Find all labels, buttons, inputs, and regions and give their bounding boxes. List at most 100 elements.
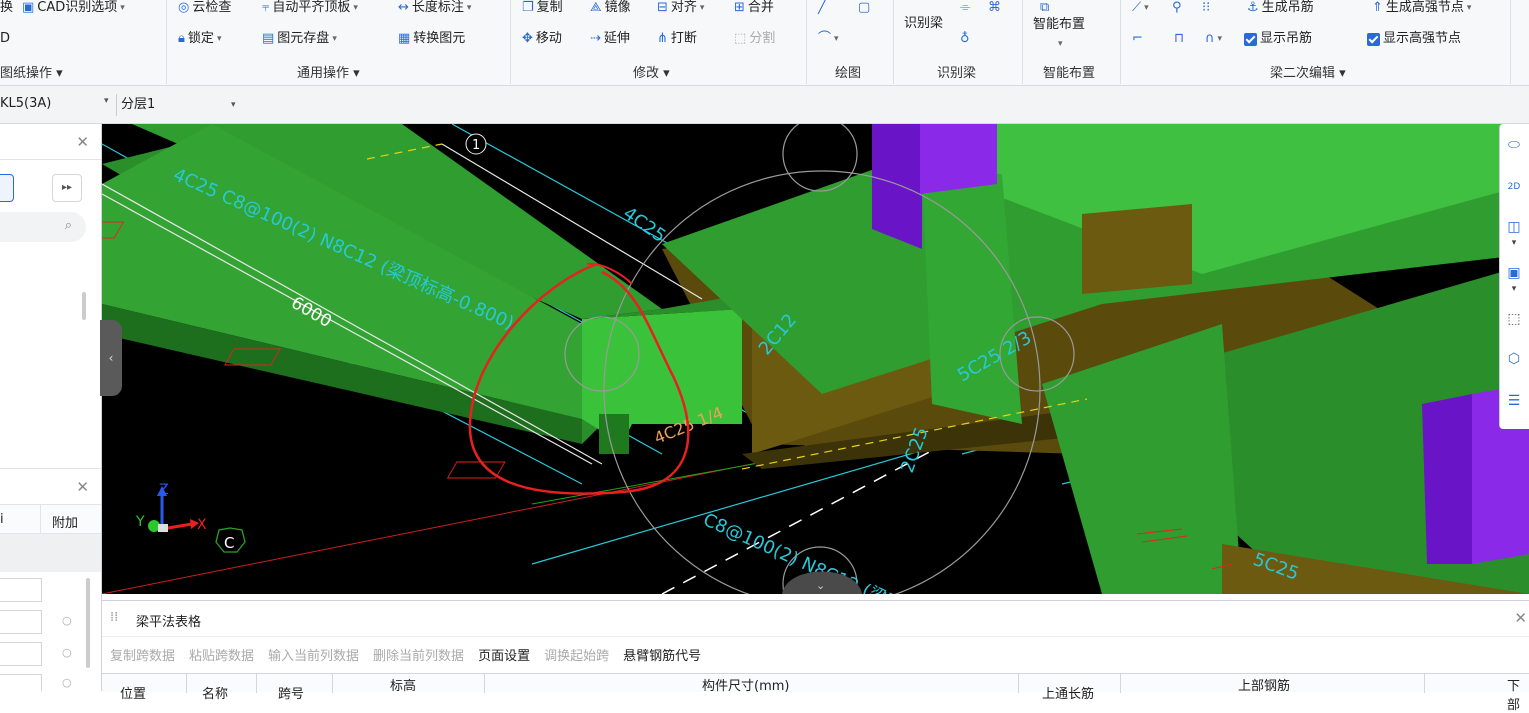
align-button[interactable]: ⊟ 对齐 ▾	[657, 0, 704, 16]
divider	[1424, 674, 1425, 693]
lock-button[interactable]: 🔒︎ 锁定 ▾	[178, 31, 221, 47]
beam2-tool-6[interactable]: ∩ ▾	[1205, 31, 1222, 47]
props-input[interactable]	[0, 578, 42, 602]
move-button[interactable]: ✥ 移动	[522, 31, 562, 47]
expand-button[interactable]: ▸▸	[52, 174, 82, 202]
settings-list-icon[interactable]: ☰	[1499, 386, 1529, 416]
divider	[1120, 0, 1121, 84]
smart-layout-dropdown[interactable]: ▾	[1058, 36, 1063, 52]
mirror-button[interactable]: ⟁ 镜像	[590, 0, 631, 16]
double-chevron-right-icon: ▸▸	[61, 182, 73, 193]
chevron-down-icon: ▾	[1217, 34, 1223, 44]
page-setup-button[interactable]: 页面设置	[478, 645, 530, 665]
group-general-ops[interactable]: 通用操作 ▾	[297, 62, 360, 81]
props-input[interactable]	[0, 610, 42, 634]
merge-button[interactable]: ⊞ 合并	[734, 0, 774, 16]
select-frame-icon[interactable]: ⬚	[1499, 304, 1529, 334]
beam2-tool-5[interactable]: ⊓	[1174, 31, 1184, 47]
arc-tool-button[interactable]: ⌒ ▾	[818, 31, 839, 47]
beam-tool-2[interactable]: ⌘	[988, 0, 1001, 16]
group-label: 图纸操作	[0, 66, 53, 81]
extend-button[interactable]: ⇢ 延伸	[590, 31, 630, 47]
rect-tool-button[interactable]: ▢	[858, 0, 870, 16]
search-input[interactable]: ⌕	[0, 212, 86, 242]
smart-layout-icon-btn[interactable]: ⧉	[1040, 0, 1049, 16]
group-beam-secondary[interactable]: 梁二次编辑 ▾	[1270, 62, 1346, 81]
col-top-rebar: 上部钢筋	[1238, 679, 1291, 694]
beam2-tool-4[interactable]: ⌐	[1132, 31, 1143, 47]
radio-icon[interactable]: ○	[62, 614, 72, 627]
break-button[interactable]: ⋔ 打断	[657, 31, 697, 47]
beam2-tool-2[interactable]: ⚲	[1172, 0, 1182, 16]
chevron-down-icon: ▾	[1058, 39, 1063, 49]
auto-flat-top-button[interactable]: ⫧ 自动平齐顶板 ▾	[262, 0, 358, 16]
line-tool-button[interactable]: ╱	[818, 0, 826, 16]
cantilever-rebar-code-button[interactable]: 悬臂钢筋代号	[623, 645, 701, 665]
drag-handle-icon[interactable]: ⁞⁞	[110, 610, 118, 625]
cloud-check-button[interactable]: ◎ 云检查	[178, 0, 231, 16]
gen-high-node-button[interactable]: ⇑ 生成高强节点 ▾	[1372, 0, 1471, 16]
component-select[interactable]: KL5(3A) ▾	[0, 96, 116, 111]
cad-options-label: CAD识别选项	[37, 0, 118, 15]
show-high-node-checkbox[interactable]: 显示高强节点	[1367, 31, 1461, 47]
break-icon: ⋔	[657, 31, 668, 46]
layer-select-value: 分层1	[121, 97, 156, 112]
cad-options-button[interactable]: ▣ CAD识别选项 ▾	[22, 0, 125, 16]
chevron-down-icon: ▾	[1144, 3, 1149, 13]
chevron-down-icon[interactable]: ▾	[1499, 236, 1529, 250]
convert-icon: ▦	[398, 31, 411, 46]
save-element-button[interactable]: ▤ 图元存盘 ▾	[262, 31, 337, 47]
switch-button[interactable]: 换	[0, 0, 13, 16]
props-input[interactable]	[0, 642, 42, 666]
group-modify[interactable]: 修改 ▾	[633, 62, 670, 81]
beam-table-column-headers: 位置 名称 跨号 标高 构件尺寸(mm) 上通长筋 上部钢筋 下部	[102, 673, 1529, 713]
left-panel: ✕ ▸▸ ⌕ ‹ ✕ i 附加 ○ ○ ○	[0, 124, 122, 691]
gen-hanger-button[interactable]: ⚓︎ 生成吊筋	[1247, 0, 1314, 16]
x-axis-line	[102, 453, 803, 594]
xyz-gizmo[interactable]: Z X Y	[135, 482, 207, 533]
divider	[1018, 674, 1019, 693]
divider	[1120, 674, 1121, 693]
show-hanger-checkbox[interactable]: 显示吊筋	[1244, 31, 1312, 47]
scrollbar-thumb[interactable]	[82, 292, 86, 320]
radio-icon[interactable]: ○	[62, 646, 72, 659]
swap-start-span-button[interactable]: 调换起始跨	[544, 645, 609, 665]
delete-column-data-button[interactable]: 删除当前列数据	[373, 645, 464, 665]
close-icon[interactable]: ✕	[76, 133, 89, 151]
smart-layout-button[interactable]: 智能布置	[1033, 17, 1085, 33]
identify-beam-label: 识别梁	[904, 16, 944, 31]
3d-viewport[interactable]: 4C25 C8@100(2) N8C12 (梁顶标高-0.800) C8@100…	[102, 124, 1529, 594]
d-button[interactable]: D	[0, 31, 10, 47]
convert-element-button[interactable]: ▦ 转换图元	[398, 31, 465, 47]
input-column-data-button[interactable]: 输入当前列数据	[268, 645, 359, 665]
split-button[interactable]: ⬚ 分割	[734, 31, 775, 47]
cube-select-icon[interactable]: ⬡	[1499, 344, 1529, 374]
props-input[interactable]	[0, 674, 42, 691]
align-label: 对齐	[670, 0, 697, 15]
x-axis-label: X	[197, 517, 207, 533]
paste-span-data-button[interactable]: 粘贴跨数据	[189, 645, 254, 665]
beam-table-toolbar: 复制跨数据 粘贴跨数据 输入当前列数据 删除当前列数据 页面设置 调换起始跨 悬…	[110, 645, 701, 665]
orbit-view-icon[interactable]: ⬭	[1499, 130, 1529, 160]
radio-icon[interactable]: ○	[62, 676, 72, 689]
chevron-down-icon[interactable]: ▾	[1499, 282, 1529, 296]
close-icon[interactable]: ✕	[1514, 609, 1527, 627]
identify-beam-button[interactable]: 识别梁	[904, 16, 943, 32]
beam2-tool-3[interactable]: ⁝⁝	[1202, 0, 1210, 16]
tab-indicator[interactable]	[0, 174, 14, 202]
close-icon[interactable]: ✕	[76, 478, 89, 496]
copy-span-data-button[interactable]: 复制跨数据	[110, 645, 175, 665]
group-drawing-ops[interactable]: 图纸操作 ▾	[0, 62, 63, 81]
beam-tool-1[interactable]: ⌯	[960, 0, 970, 16]
chevron-down-icon: ▾	[699, 3, 705, 13]
collapse-left-handle[interactable]: ‹	[100, 320, 122, 396]
length-dim-button[interactable]: ↔ 长度标注 ▾	[398, 0, 471, 16]
beam-tool-3[interactable]: ♁	[960, 31, 970, 47]
copy-button[interactable]: ❐ 复制	[522, 0, 563, 16]
beam2-tool-1[interactable]: ⟋ ▾	[1132, 0, 1149, 16]
mirror-label: 镜像	[604, 0, 631, 15]
chevron-down-icon: ▾	[104, 96, 109, 106]
scrollbar-thumb[interactable]	[86, 578, 90, 668]
layer-select[interactable]: 分层1 ▾	[116, 94, 244, 116]
2d-view-icon[interactable]: 2D	[1499, 172, 1529, 202]
